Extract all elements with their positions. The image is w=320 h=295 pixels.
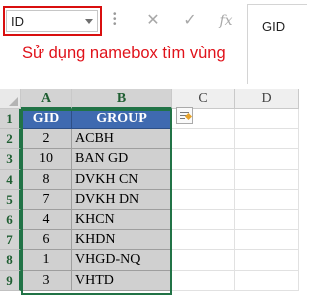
select-all-icon[interactable]: [0, 89, 21, 109]
table-header-cell[interactable]: GROUP: [72, 109, 172, 130]
empty-cell[interactable]: [235, 230, 299, 251]
empty-cell[interactable]: [235, 270, 299, 291]
name-box[interactable]: ID: [6, 10, 98, 32]
empty-cell[interactable]: [235, 109, 299, 130]
row-header-5[interactable]: 5: [0, 189, 21, 210]
row-header-9[interactable]: 9: [0, 270, 21, 291]
column-header-a[interactable]: A: [21, 89, 72, 109]
table-cell[interactable]: 7: [21, 189, 72, 210]
empty-cell[interactable]: [172, 230, 235, 251]
empty-cell[interactable]: [172, 129, 235, 150]
table-cell[interactable]: 6: [21, 230, 72, 251]
empty-cell[interactable]: [172, 169, 235, 190]
cancel-icon[interactable]: ✕: [143, 11, 163, 31]
empty-cell[interactable]: [235, 210, 299, 231]
name-box-value[interactable]: ID: [11, 14, 24, 29]
table-cell[interactable]: VHTD: [72, 270, 172, 291]
row-header-3[interactable]: 3: [0, 149, 21, 170]
table-cell[interactable]: BAN GD: [72, 149, 172, 170]
empty-cell[interactable]: [235, 149, 299, 170]
table-cell[interactable]: 2: [21, 129, 72, 150]
table-cell[interactable]: 10: [21, 149, 72, 170]
table-cell[interactable]: DVKH CN: [72, 169, 172, 190]
empty-cell[interactable]: [172, 210, 235, 231]
empty-cell[interactable]: [235, 189, 299, 210]
table-cell[interactable]: 4: [21, 210, 72, 231]
quick-analysis-icon[interactable]: [176, 107, 193, 124]
empty-cell[interactable]: [235, 169, 299, 190]
empty-cell[interactable]: [172, 149, 235, 170]
formula-value[interactable]: GID: [262, 19, 285, 34]
row-header-7[interactable]: 7: [0, 230, 21, 251]
table-header-cell[interactable]: GID: [21, 109, 72, 130]
row-header-1[interactable]: 1: [0, 109, 21, 130]
empty-cell[interactable]: [172, 270, 235, 291]
table-cell[interactable]: 1: [21, 250, 72, 271]
resize-handle-icon[interactable]: • • •: [113, 10, 117, 30]
insert-function-icon[interactable]: fx: [216, 11, 236, 31]
column-header-c[interactable]: C: [172, 89, 235, 109]
empty-cell[interactable]: [235, 250, 299, 271]
row-header-8[interactable]: 8: [0, 250, 21, 271]
table-cell[interactable]: VHGD-NQ: [72, 250, 172, 271]
annotation-text: Sử dụng namebox tìm vùng: [22, 44, 226, 62]
enter-icon[interactable]: ✓: [180, 11, 200, 31]
table-cell[interactable]: KHCN: [72, 210, 172, 231]
table-cell[interactable]: DVKH DN: [72, 189, 172, 210]
row-header-4[interactable]: 4: [0, 169, 21, 190]
empty-cell[interactable]: [172, 250, 235, 271]
table-cell[interactable]: KHDN: [72, 230, 172, 251]
table-cell[interactable]: 3: [21, 270, 72, 291]
table-cell[interactable]: 8: [21, 169, 72, 190]
column-header-b[interactable]: B: [72, 89, 172, 109]
chevron-down-icon[interactable]: [85, 19, 93, 24]
row-header-6[interactable]: 6: [0, 210, 21, 231]
formula-bar-area: ID • • • ✕ ✓ fx GID Sử dụng namebox tìm vù…: [0, 0, 307, 84]
empty-cell[interactable]: [235, 129, 299, 150]
column-header-d[interactable]: D: [235, 89, 299, 109]
table-cell[interactable]: ACBH: [72, 129, 172, 150]
formula-input[interactable]: GID: [247, 4, 307, 84]
empty-cell[interactable]: [172, 189, 235, 210]
row-header-2[interactable]: 2: [0, 129, 21, 150]
